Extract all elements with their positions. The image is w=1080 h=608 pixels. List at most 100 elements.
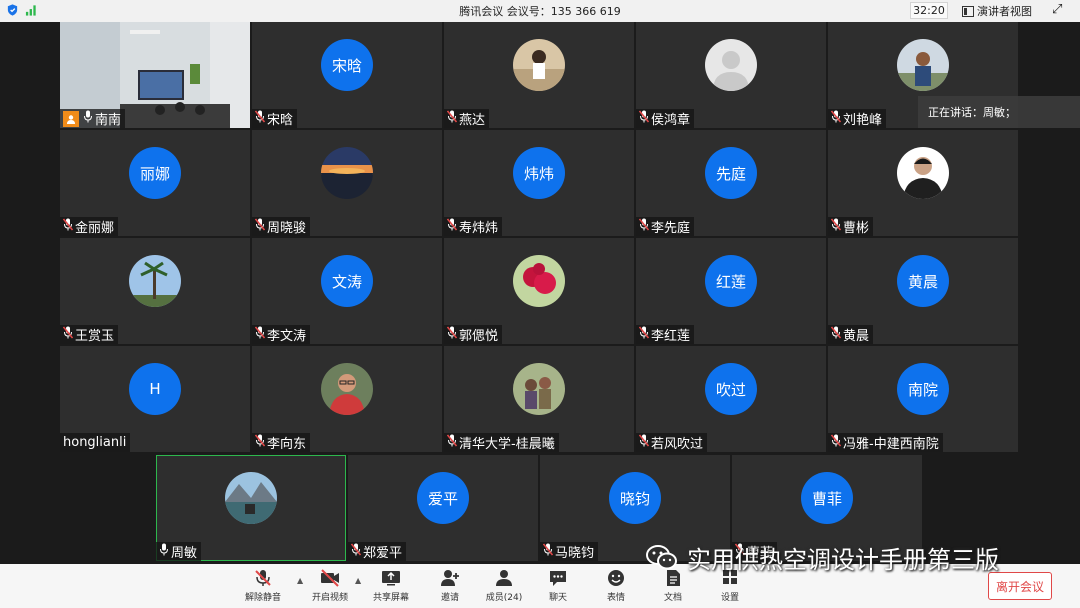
participant-tile[interactable]: 侯鸿章: [636, 22, 826, 128]
man-portrait-photo: [897, 147, 949, 199]
speaking-text: 正在讲话：周敏；: [928, 106, 1016, 119]
watermark: 实用供热空调设计手册第三版: [645, 540, 999, 575]
mic-muted-icon: [62, 326, 74, 343]
watermark-text: 实用供热空调设计手册第三版: [687, 546, 999, 574]
mic-muted-icon: [638, 326, 650, 343]
title-bar: 腾讯会议 会议号：135 366 619 32:20 演讲者视图 ⤢: [0, 0, 1080, 22]
participant-name: 郭偲悦: [459, 329, 499, 344]
avatar: 吹过: [705, 363, 757, 415]
participant-nameplate: 宋晗: [252, 109, 298, 128]
participant-name: 曹彬: [843, 221, 870, 236]
participant-tile[interactable]: Hhonglianli: [60, 346, 250, 452]
participant-tile[interactable]: 清华大学-桂晨曦: [444, 346, 634, 452]
members-button[interactable]: 成员(24): [476, 568, 532, 603]
invite-button[interactable]: 邀请: [422, 568, 478, 603]
avatar: 黄晨: [897, 255, 949, 307]
mountain-lake-photo: [225, 472, 277, 524]
meeting-timer: 32:20: [910, 2, 948, 19]
mic-icon: [159, 543, 169, 560]
family-photo: [513, 363, 565, 415]
participant-name: 燕达: [459, 113, 486, 128]
avatar: 爱平: [417, 472, 469, 524]
chat-button[interactable]: 聊天: [530, 568, 586, 603]
participant-tile[interactable]: 吹过若风吹过: [636, 346, 826, 452]
participant-name: 南南: [95, 113, 122, 128]
girl-photo: [513, 39, 565, 91]
participant-tile[interactable]: 先庭 李先庭: [636, 130, 826, 236]
reactions-button[interactable]: 表情: [588, 568, 644, 603]
invite-label: 邀请: [440, 593, 459, 603]
participant-nameplate: 金丽娜: [60, 217, 119, 236]
participant-name: 冯雅-中建西南院: [843, 437, 939, 452]
participant-nameplate: 马晓钧: [540, 542, 599, 561]
wechat-icon: [646, 544, 677, 569]
participant-name: 金丽娜: [75, 221, 115, 236]
camera-off-icon: [321, 569, 339, 587]
participant-tile[interactable]: 丽娜 金丽娜: [60, 130, 250, 236]
participant-nameplate: 清华大学-桂晨曦: [444, 433, 559, 452]
avatar: 宋晗: [321, 39, 373, 91]
participant-nameplate: honglianli: [60, 433, 131, 452]
participant-tile[interactable]: 黄晨 黄晨: [828, 238, 1018, 344]
mic-muted-icon: [254, 218, 266, 235]
participant-nameplate: 周晓骏: [252, 217, 311, 236]
participant-name: 李先庭: [651, 221, 691, 236]
members-icon: [496, 570, 512, 586]
mic-icon: [83, 110, 93, 127]
mic-muted-icon: [350, 543, 362, 560]
mic-muted-icon: [638, 218, 650, 235]
start-video-button[interactable]: 开启视频: [302, 568, 358, 603]
participant-tile[interactable]: 郭偲悦: [444, 238, 634, 344]
participant-tile[interactable]: 爱平 郑爱平: [348, 455, 538, 561]
video-options-caret[interactable]: ▲: [355, 576, 361, 585]
mic-muted-icon: [830, 110, 842, 127]
speaking-banner: 正在讲话：周敏；: [918, 96, 1080, 128]
participant-tile[interactable]: 炜炜 寿炜炜: [444, 130, 634, 236]
reactions-label: 表情: [606, 593, 625, 603]
participant-tile[interactable]: 王赏玉: [60, 238, 250, 344]
mic-muted-icon: [254, 434, 266, 451]
participant-name: 李向东: [267, 437, 307, 452]
speaker-view-button[interactable]: 演讲者视图: [962, 3, 1032, 19]
participant-tile[interactable]: 周敏: [156, 455, 346, 561]
participant-name: 王赏玉: [75, 329, 115, 344]
participant-name: 刘艳峰: [843, 113, 883, 128]
participant-tile[interactable]: 红莲 李红莲: [636, 238, 826, 344]
mic-muted-icon: [62, 218, 74, 235]
participant-name: honglianli: [63, 435, 127, 450]
participant-tile[interactable]: 南南: [60, 22, 250, 128]
leave-meeting-button[interactable]: 离开会议: [988, 572, 1052, 600]
participant-nameplate: 郑爱平: [348, 542, 407, 561]
participant-nameplate: 侯鸿章: [636, 109, 695, 128]
participant-nameplate: 若风吹过: [636, 433, 708, 452]
participant-tile[interactable]: 文涛 李文涛: [252, 238, 442, 344]
host-icon: [63, 110, 79, 127]
mic-muted-icon: [446, 434, 458, 451]
participant-nameplate: 寿炜炜: [444, 217, 503, 236]
mic-muted-icon: [542, 543, 554, 560]
share-screen-button[interactable]: 共享屏幕: [363, 568, 419, 603]
participant-tile[interactable]: 南院冯雅-中建西南院: [828, 346, 1018, 452]
participant-tile[interactable]: 周晓骏: [252, 130, 442, 236]
mic-muted-icon: [830, 434, 842, 451]
add-user-icon: [441, 570, 459, 586]
avatar: H: [129, 363, 181, 415]
participant-nameplate: 李红莲: [636, 325, 695, 344]
participant-tile[interactable]: 曹彬: [828, 130, 1018, 236]
default-user-photo: [705, 39, 757, 91]
mic-muted-icon: [830, 218, 842, 235]
participant-tile[interactable]: 宋晗 宋晗: [252, 22, 442, 128]
share-screen-icon: [382, 571, 400, 586]
unmute-label: 解除静音: [244, 593, 281, 603]
man-glasses-photo: [321, 363, 373, 415]
avatar: 晓钧: [609, 472, 661, 524]
participant-tile[interactable]: 燕达: [444, 22, 634, 128]
participant-nameplate: 曹彬: [828, 217, 874, 236]
fullscreen-icon[interactable]: ⤢: [1052, 2, 1062, 17]
participant-tile[interactable]: 李向东: [252, 346, 442, 452]
sunset-photo: [321, 147, 373, 199]
avatar: 南院: [897, 363, 949, 415]
unmute-button[interactable]: 解除静音: [235, 568, 291, 603]
mic-muted-icon: [446, 218, 458, 235]
participant-name: 李红莲: [651, 329, 691, 344]
